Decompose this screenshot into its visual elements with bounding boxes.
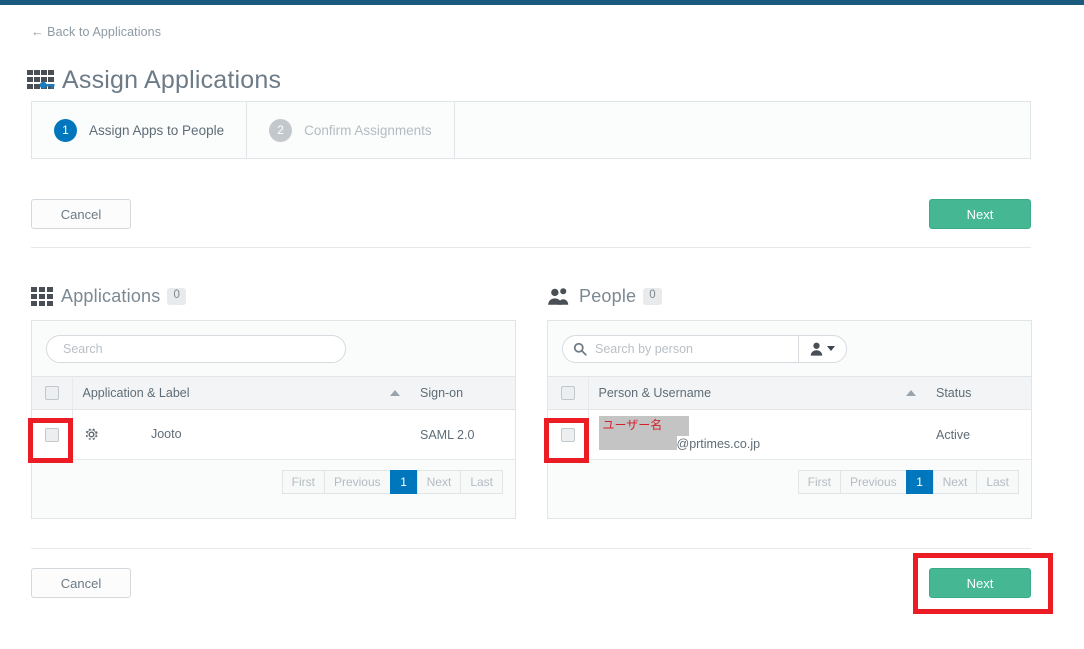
cancel-button-top[interactable]: Cancel	[31, 199, 131, 229]
page-root: ← Back to Applications Assign Applicatio…	[0, 0, 1084, 649]
back-to-applications-link[interactable]: ← Back to Applications	[31, 25, 161, 39]
cancel-button-bottom[interactable]: Cancel	[31, 568, 131, 598]
next-button-bottom[interactable]: Next	[929, 568, 1031, 598]
grid-icon	[31, 287, 53, 306]
people-page-previous[interactable]: Previous	[840, 470, 907, 494]
search-icon	[573, 342, 587, 356]
divider-bottom	[31, 548, 1031, 549]
people-row-display-name: ユーザー名	[599, 416, 689, 436]
people-row-checkbox[interactable]	[561, 428, 575, 442]
applications-column-signon[interactable]: Sign-on	[410, 377, 515, 410]
people-table: Person & Username Status ユーザー名	[548, 376, 1031, 460]
applications-column-name[interactable]: Application & Label	[72, 377, 410, 410]
people-column-name-label: Person & Username	[599, 386, 712, 400]
applications-column-signon-label: Sign-on	[420, 386, 463, 400]
page-title: Assign Applications	[62, 68, 281, 93]
people-section-heading: People 0	[547, 286, 662, 307]
table-row[interactable]: ユーザー名 @prtimes.co.jp Active	[548, 410, 1031, 460]
applications-page-first[interactable]: First	[282, 470, 325, 494]
applications-heading-label: Applications	[61, 286, 160, 307]
applications-row-checkbox[interactable]	[45, 428, 59, 442]
applications-table-header-row: Application & Label Sign-on	[32, 377, 515, 410]
applications-page-current[interactable]: 1	[390, 470, 418, 494]
step-2-label: Confirm Assignments	[304, 123, 432, 138]
applications-pagination: First Previous 1 Next Last	[32, 460, 515, 494]
applications-page-next[interactable]: Next	[417, 470, 462, 494]
applications-search-box[interactable]	[46, 335, 346, 363]
people-table-header-row: Person & Username Status	[548, 377, 1031, 410]
people-row-email-domain: @prtimes.co.jp	[677, 437, 761, 451]
people-page-first[interactable]: First	[798, 470, 841, 494]
people-column-status-label: Status	[936, 386, 971, 400]
apps-key-icon	[26, 67, 56, 93]
people-select-all-cell	[548, 377, 588, 410]
chevron-down-icon	[827, 346, 835, 351]
people-heading-label: People	[579, 286, 636, 307]
steps-filler	[455, 102, 1030, 158]
people-search-row	[548, 321, 1031, 376]
people-panel: Person & Username Status ユーザー名	[547, 320, 1032, 519]
applications-count-badge: 0	[167, 288, 185, 305]
applications-row-signon: SAML 2.0	[410, 410, 515, 460]
redaction-bar	[599, 436, 677, 450]
next-button-top[interactable]: Next	[929, 199, 1031, 229]
people-row-status: Active	[926, 410, 1031, 460]
applications-row-name-cell: Jooto	[72, 410, 410, 460]
top-accent-bar	[0, 0, 1084, 5]
applications-panel: Application & Label Sign-on	[31, 320, 516, 519]
people-column-name[interactable]: Person & Username	[588, 377, 926, 410]
step-1-label: Assign Apps to People	[89, 123, 224, 138]
step-assign-apps-to-people[interactable]: 1 Assign Apps to People	[32, 102, 247, 158]
applications-search-row	[32, 321, 515, 376]
applications-select-all-cell	[32, 377, 72, 410]
people-column-status[interactable]: Status	[926, 377, 1031, 410]
step-2-number: 2	[269, 119, 292, 142]
person-icon	[810, 342, 823, 356]
people-page-next[interactable]: Next	[933, 470, 978, 494]
people-count-badge: 0	[643, 288, 661, 305]
person-filter-dropdown[interactable]	[798, 336, 846, 362]
people-select-all-checkbox[interactable]	[561, 386, 575, 400]
people-icon	[547, 287, 571, 306]
people-row-checkbox-cell	[548, 410, 588, 460]
step-confirm-assignments[interactable]: 2 Confirm Assignments	[247, 102, 455, 158]
people-row-username-line: @prtimes.co.jp	[599, 436, 917, 453]
people-row-name-cell: ユーザー名 @prtimes.co.jp	[588, 410, 926, 460]
applications-row-name: Jooto	[151, 427, 182, 441]
wizard-steps: 1 Assign Apps to People 2 Confirm Assign…	[31, 101, 1031, 159]
table-row[interactable]: Jooto SAML 2.0	[32, 410, 515, 460]
people-search-box[interactable]	[562, 335, 847, 363]
sort-ascending-icon	[390, 390, 400, 396]
applications-page-last[interactable]: Last	[460, 470, 503, 494]
step-1-number: 1	[54, 119, 77, 142]
people-page-last[interactable]: Last	[976, 470, 1019, 494]
applications-page-previous[interactable]: Previous	[324, 470, 391, 494]
sort-ascending-icon	[906, 390, 916, 396]
divider-top	[31, 247, 1031, 248]
people-pagination: First Previous 1 Next Last	[548, 460, 1031, 494]
people-search-input[interactable]	[593, 336, 798, 362]
applications-table: Application & Label Sign-on	[32, 376, 515, 460]
applications-search-input[interactable]	[61, 336, 331, 362]
people-page-current[interactable]: 1	[906, 470, 934, 494]
applications-select-all-checkbox[interactable]	[45, 386, 59, 400]
applications-column-name-label: Application & Label	[83, 386, 190, 400]
applications-section-heading: Applications 0	[31, 286, 186, 307]
gear-icon	[83, 426, 100, 443]
applications-row-checkbox-cell	[32, 410, 72, 460]
